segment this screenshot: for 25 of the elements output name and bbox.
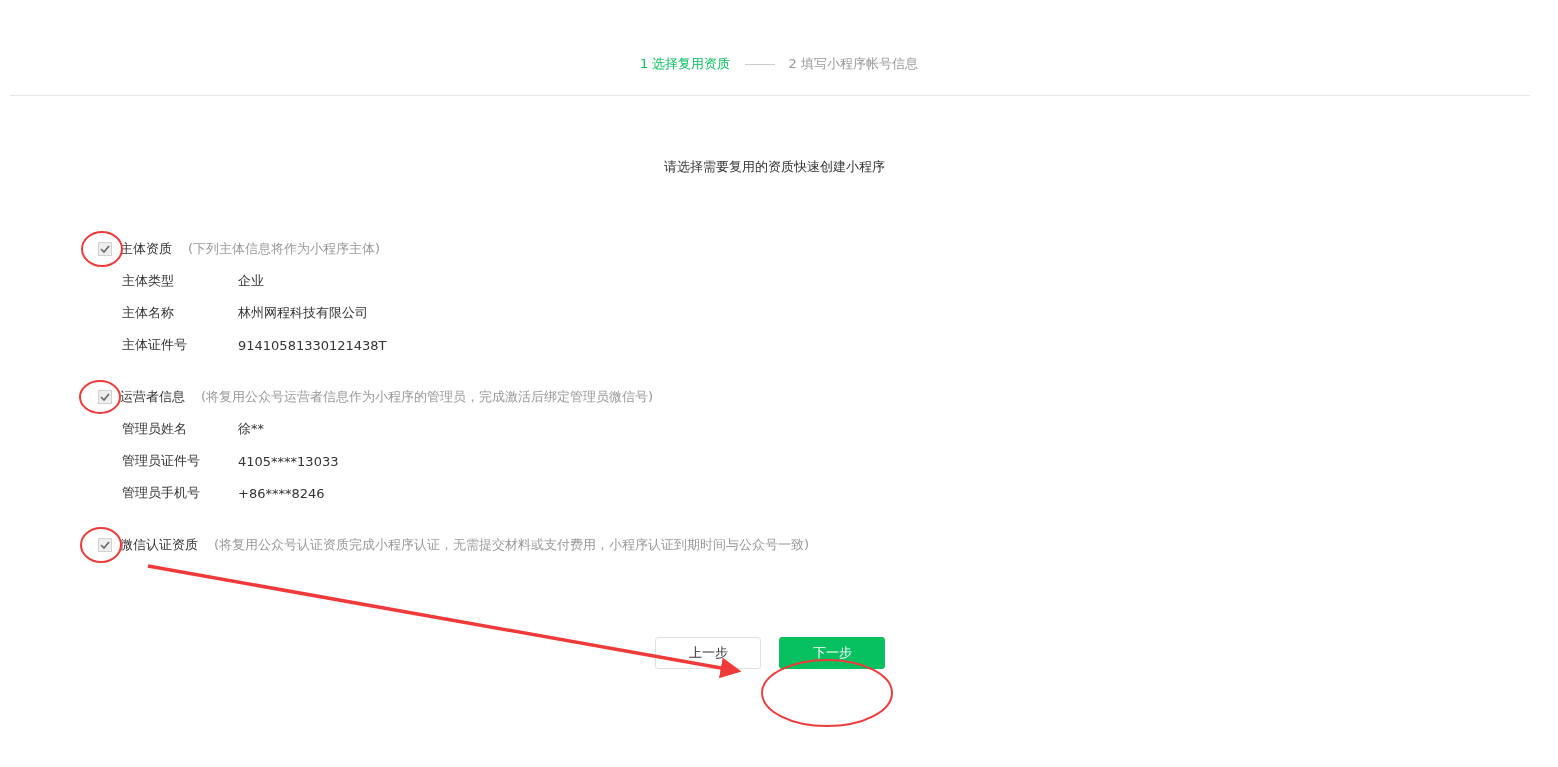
step-label: 1 选择复用资质 [640,55,731,73]
checkbox[interactable] [98,242,112,256]
field-label: 管理员姓名 [122,420,188,438]
field-value: +86****8246 [238,485,325,501]
field-value: 徐** [238,420,264,438]
field-label: 管理员证件号 [122,452,201,470]
section-title: 微信认证资质 [120,536,198,554]
field-label: 主体名称 [122,304,175,322]
checkbox[interactable] [98,390,112,404]
annotation-circle [79,380,121,414]
back-button[interactable]: 上一步 [655,637,761,669]
page-heading: 请选择需要复用的资质快速创建小程序 [662,158,886,176]
checkbox[interactable] [98,538,112,552]
field-label: 主体证件号 [122,336,188,354]
field-value: 4105****13033 [238,453,339,469]
section-title: 运营者信息 [120,388,185,406]
field-value: 91410581330121438T [238,337,387,353]
section-hint: (下列主体信息将作为小程序主体) [188,240,381,258]
field-value: 林州网程科技有限公司 [238,304,368,322]
annotation-circle [80,527,122,563]
field-label: 管理员手机号 [122,484,201,502]
field-value: 企业 [238,272,264,290]
section-hint: (将复用公众号运营者信息作为小程序的管理员，完成激活后绑定管理员微信号) [201,388,654,406]
step-label: 2 填写小程序帐号信息 [788,55,918,73]
field-label: 主体类型 [122,272,175,290]
